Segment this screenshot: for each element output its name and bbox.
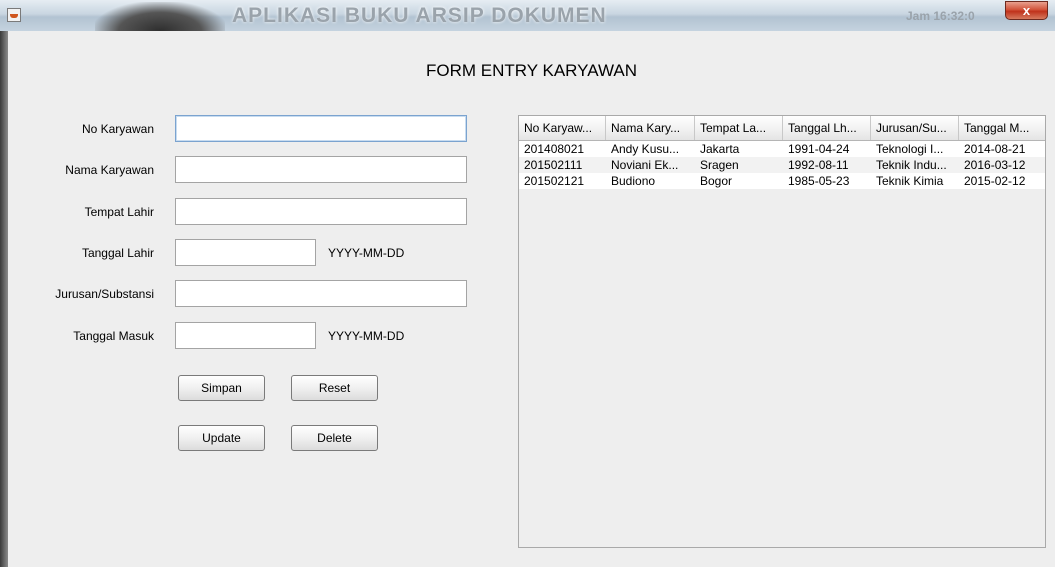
table-cell: Budiono [611, 174, 656, 188]
table-cell: Teknik Indu... [876, 158, 947, 172]
table-cell: Jakarta [700, 142, 740, 156]
table-row[interactable]: 201502121 Budiono Bogor 1985-05-23 Tekni… [519, 173, 1045, 189]
table-cell: Teknologi I... [876, 142, 944, 156]
table-cell: 1991-04-24 [788, 142, 850, 156]
close-icon[interactable]: x [1023, 3, 1030, 18]
label-tempat-lahir: Tempat Lahir [84, 205, 154, 219]
reset-button[interactable]: Reset [291, 375, 378, 401]
label-no-karyawan: No Karyawan [81, 122, 154, 136]
simpan-button[interactable]: Simpan [178, 375, 265, 401]
table-cell: Teknik Kimia [876, 174, 944, 188]
column-header-nama-karyawan[interactable]: Nama Kary... [606, 116, 695, 140]
table-cell: Bogor [700, 174, 733, 188]
main-panel: FORM ENTRY KARYAWAN No Karyawan Nama Kar… [8, 31, 1055, 567]
label-tanggal-masuk: Tanggal Masuk [73, 329, 154, 343]
column-header-no-karyawan[interactable]: No Karyaw... [519, 116, 606, 140]
table-cell: 2014-08-21 [964, 142, 1026, 156]
table-row[interactable]: 201502111 Noviani Ek... Sragen 1992-08-1… [519, 157, 1045, 173]
nama-karyawan-field[interactable] [175, 156, 467, 183]
clock-label: Jam 16:32:0 [906, 9, 975, 23]
tanggal-masuk-field[interactable] [175, 322, 316, 349]
table-cell: 1992-08-11 [788, 158, 849, 172]
label-jurusan: Jurusan/Substansi [55, 287, 154, 301]
table-cell: 201408021 [524, 142, 585, 156]
application-window: APLIKASI BUKU ARSIP DOKUMEN Jam 16:32:0 … [0, 0, 1055, 567]
column-header-tanggal-masuk[interactable]: Tanggal M... [959, 116, 1045, 140]
tanggal-masuk-format-hint: YYYY-MM-DD [328, 329, 405, 343]
jurusan-field[interactable] [175, 280, 467, 307]
table-header: No Karyaw... Nama Kary... Tempat La... T… [519, 116, 1045, 141]
close-button[interactable]: x [1005, 1, 1048, 20]
tanggal-lahir-format-hint: YYYY-MM-DD [328, 246, 405, 260]
table-row[interactable]: 201408021 Andy Kusu... Jakarta 1991-04-2… [519, 141, 1045, 157]
table-cell: Sragen [700, 158, 739, 172]
banner-logo [95, 2, 225, 31]
table-cell: Andy Kusu... [611, 142, 680, 156]
column-header-tanggal-lahir[interactable]: Tanggal Lh... [783, 116, 871, 140]
table-cell: 201502121 [524, 174, 585, 188]
column-header-tempat-lahir[interactable]: Tempat La... [695, 116, 783, 140]
form-title: FORM ENTRY KARYAWAN [426, 61, 637, 80]
column-header-jurusan[interactable]: Jurusan/Su... [871, 116, 959, 140]
table-cell: 2015-02-12 [964, 174, 1026, 188]
label-tanggal-lahir: Tanggal Lahir [81, 246, 154, 260]
delete-button[interactable]: Delete [291, 425, 378, 451]
tempat-lahir-field[interactable] [175, 198, 467, 225]
karyawan-table[interactable]: No Karyaw... Nama Kary... Tempat La... T… [518, 115, 1046, 548]
tanggal-lahir-field[interactable] [175, 239, 316, 266]
table-cell: 1985-05-23 [788, 174, 850, 188]
table-cell: Noviani Ek... [611, 158, 679, 172]
table-cell: 2016-03-12 [964, 158, 1026, 172]
window-left-edge [0, 31, 8, 567]
label-nama-karyawan: Nama Karyawan [65, 163, 154, 177]
title-bar[interactable]: APLIKASI BUKU ARSIP DOKUMEN Jam 16:32:0 … [0, 0, 1055, 32]
update-button[interactable]: Update [178, 425, 265, 451]
window-title: APLIKASI BUKU ARSIP DOKUMEN [232, 4, 607, 27]
java-cup-icon[interactable] [7, 8, 21, 22]
table-cell: 201502111 [524, 158, 583, 172]
no-karyawan-field[interactable] [175, 115, 467, 142]
